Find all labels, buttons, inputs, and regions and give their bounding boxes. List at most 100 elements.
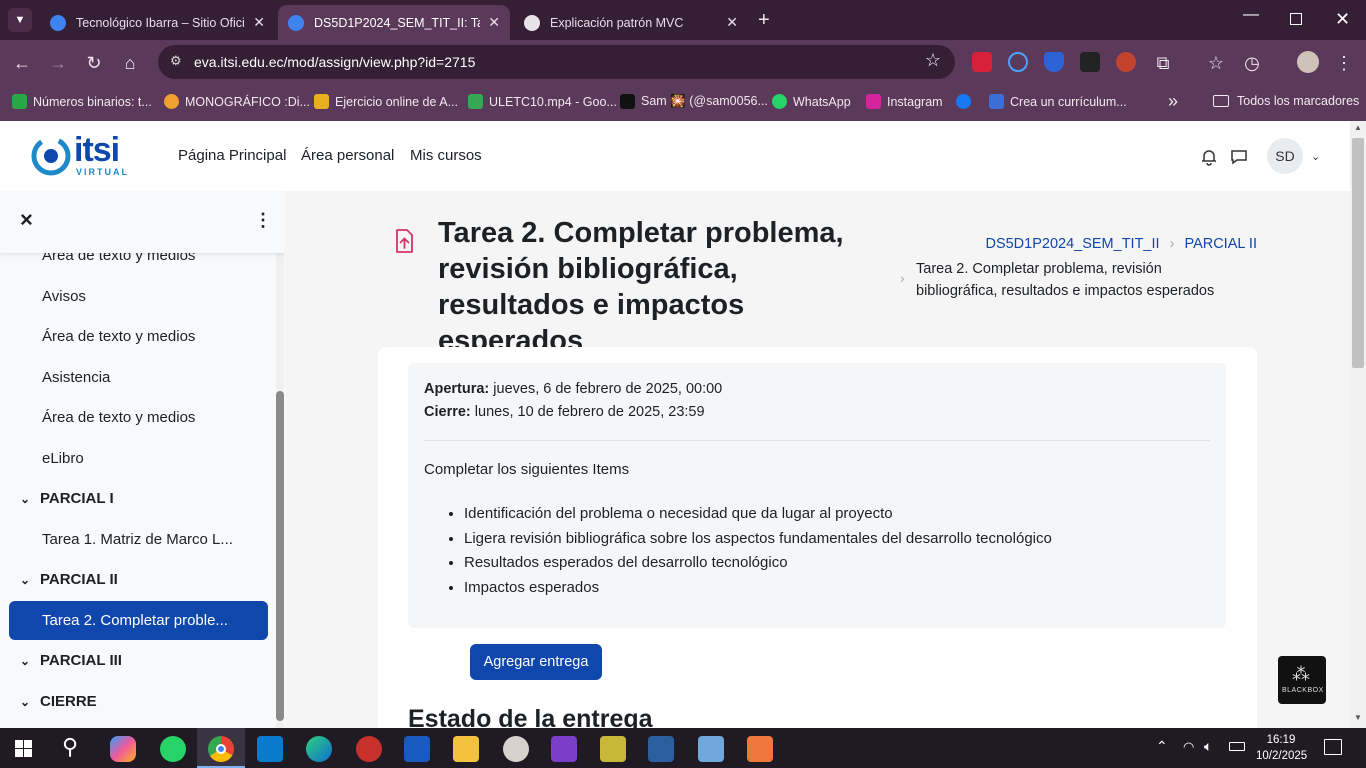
extension-icon[interactable] <box>1044 52 1064 72</box>
browser-menu-icon[interactable]: ⋮ <box>1331 50 1357 76</box>
nav-home-link[interactable]: Página Principal <box>178 147 286 164</box>
extension-icon[interactable] <box>1116 52 1136 72</box>
bookmark-item[interactable]: Ejercicio online de A... <box>314 94 458 109</box>
browser-tab[interactable]: Tecnológico Ibarra – Sitio Oficia ✕ <box>40 5 275 40</box>
search-icon[interactable]: ⚲ <box>62 734 78 760</box>
extensions-puzzle-icon[interactable]: ⧉ <box>1150 50 1176 76</box>
messages-icon[interactable] <box>1230 148 1248 166</box>
drawer-item[interactable]: Área de texto y medios <box>42 328 195 345</box>
page-scroll-thumb[interactable] <box>1352 138 1364 368</box>
extension-icon[interactable] <box>1008 52 1028 72</box>
drawer-item[interactable]: Tarea 1. Matriz de Marco L... <box>42 531 233 548</box>
breadcrumb-course-link[interactable]: DS5D1P2024_SEM_TIT_II <box>985 236 1159 252</box>
edge-icon[interactable] <box>306 736 332 762</box>
list-item: Ligera revisión bibliográfica sobre los … <box>464 527 1052 552</box>
forward-button[interactable]: → <box>45 50 71 76</box>
word-icon[interactable] <box>404 736 430 762</box>
drawer-section-parcial-1[interactable]: ⌄ PARCIAL I <box>20 490 114 507</box>
clock[interactable]: 16:19 10/2/2025 <box>1256 732 1307 764</box>
add-submission-button[interactable]: Agregar entrega <box>470 644 602 680</box>
user-menu[interactable]: SD ⌄ <box>1267 138 1320 174</box>
drawer-item[interactable]: Área de texto y medios <box>42 409 195 426</box>
profile-avatar[interactable] <box>1297 51 1319 73</box>
favorites-icon[interactable]: ☆ <box>1203 50 1229 76</box>
notifications-icon[interactable] <box>1324 739 1342 755</box>
wifi-icon[interactable]: ◠ <box>1183 739 1194 755</box>
chevron-down-icon[interactable]: ⌄ <box>20 654 40 668</box>
file-explorer-icon[interactable] <box>453 736 479 762</box>
nav-my-courses-link[interactable]: Mis cursos <box>410 147 482 164</box>
drawer-section-parcial-2[interactable]: ⌄ PARCIAL II <box>20 571 118 588</box>
breadcrumb-section-link[interactable]: PARCIAL II <box>1184 236 1257 252</box>
bookmark-item[interactable] <box>956 94 977 109</box>
drawer-item[interactable]: Avisos <box>42 288 86 305</box>
chevron-down-icon[interactable]: ⌄ <box>20 492 40 506</box>
bookmark-item[interactable]: WhatsApp <box>772 94 851 109</box>
windows-start-icon[interactable] <box>15 740 32 757</box>
volume-icon[interactable]: 🔈︎ <box>1204 738 1212 755</box>
new-tab-button[interactable]: + <box>758 9 770 32</box>
reload-button[interactable]: ↻ <box>81 50 107 76</box>
app-icon[interactable] <box>600 736 626 762</box>
copilot-icon[interactable] <box>110 736 136 762</box>
drawer-item[interactable]: eLibro <box>42 450 84 467</box>
logo-mark-icon <box>31 136 71 176</box>
tab-close-icon[interactable]: ✕ <box>253 14 265 31</box>
app-icon[interactable] <box>698 736 724 762</box>
restore-window-button[interactable] <box>1290 13 1302 25</box>
tab-search-button[interactable]: ▼ <box>8 8 32 32</box>
bookmark-item[interactable]: Instagram <box>866 94 943 109</box>
scroll-down-icon[interactable]: ▼ <box>1354 713 1362 722</box>
app-icon[interactable] <box>356 736 382 762</box>
battery-icon[interactable] <box>1229 742 1245 751</box>
history-icon[interactable]: ◷ <box>1239 50 1265 76</box>
bookmarks-overflow-button[interactable]: » <box>1168 91 1178 112</box>
bookmark-item[interactable]: Sam 🎇 (@sam0056... <box>620 94 768 109</box>
blackbox-widget[interactable]: ⁂ BLACKBOX <box>1278 656 1326 704</box>
browser-tab[interactable]: Explicación patrón MVC ✕ <box>514 5 748 40</box>
drawer-menu-icon[interactable]: ⋮ <box>254 210 272 231</box>
bookmark-item[interactable]: Crea un currículum... <box>989 94 1127 109</box>
bookmark-star-icon[interactable]: ☆ <box>925 50 941 71</box>
xampp-icon[interactable] <box>747 736 773 762</box>
close-drawer-icon[interactable]: × <box>20 207 33 233</box>
extension-icon[interactable] <box>1080 52 1100 72</box>
chevron-down-icon[interactable]: ⌄ <box>20 695 40 709</box>
tab-close-icon[interactable]: ✕ <box>726 14 738 31</box>
all-bookmarks-item[interactable]: Todos los marcadores <box>1213 94 1359 108</box>
chevron-down-icon[interactable]: ⌄ <box>20 573 40 587</box>
notification-bell-icon[interactable] <box>1200 148 1218 166</box>
virtualbox-icon[interactable] <box>648 736 674 762</box>
scroll-up-icon[interactable]: ▲ <box>1354 123 1362 132</box>
tab-close-icon[interactable]: ✕ <box>488 14 500 31</box>
page-scrollbar[interactable]: ▲ ▼ <box>1350 121 1366 728</box>
minimize-window-button[interactable]: — <box>1243 6 1259 24</box>
site-info-icon[interactable]: ⚙ <box>170 53 182 69</box>
extension-icon[interactable] <box>972 52 992 72</box>
bookmark-item[interactable]: Números binarios: t... <box>12 94 152 109</box>
drawer-item[interactable]: Asistencia <box>42 369 110 386</box>
drawer-scroll-thumb[interactable] <box>276 391 284 721</box>
drawer-section-cierre[interactable]: ⌄ CIERRE <box>20 693 97 710</box>
tray-overflow-icon[interactable]: ⌃ <box>1156 738 1168 755</box>
assignment-icon <box>390 227 418 255</box>
drawer-section-parcial-3[interactable]: ⌄ PARCIAL III <box>20 652 122 669</box>
back-button[interactable]: ← <box>9 50 35 76</box>
nav-dashboard-link[interactable]: Área personal <box>301 147 394 164</box>
drawer-item-active[interactable]: Tarea 2. Completar proble... <box>9 601 268 640</box>
drawer-scrollbar[interactable] <box>276 253 284 728</box>
closing-label: Cierre: <box>424 404 471 420</box>
chrome-taskbar-button[interactable] <box>197 728 245 768</box>
opening-date: Apertura: jueves, 6 de febrero de 2025, … <box>424 381 722 397</box>
bookmark-item[interactable]: MONOGRÁFICO :Di... <box>164 94 310 109</box>
vscode-icon[interactable] <box>257 736 283 762</box>
browser-tab-active[interactable]: DS5D1P2024_SEM_TIT_II: Tarea 2 ✕ <box>278 5 510 40</box>
app-icon[interactable] <box>503 736 529 762</box>
whatsapp-icon[interactable] <box>160 736 186 762</box>
address-bar[interactable]: ⚙ eva.itsi.edu.ec/mod/assign/view.php?id… <box>158 45 955 79</box>
visual-studio-icon[interactable] <box>551 736 577 762</box>
site-logo[interactable]: itsi VIRTUAL <box>30 131 140 179</box>
home-button[interactable]: ⌂ <box>117 50 143 76</box>
bookmark-item[interactable]: ULETC10.mp4 - Goo... <box>468 94 617 109</box>
close-window-button[interactable]: ✕ <box>1335 9 1350 30</box>
